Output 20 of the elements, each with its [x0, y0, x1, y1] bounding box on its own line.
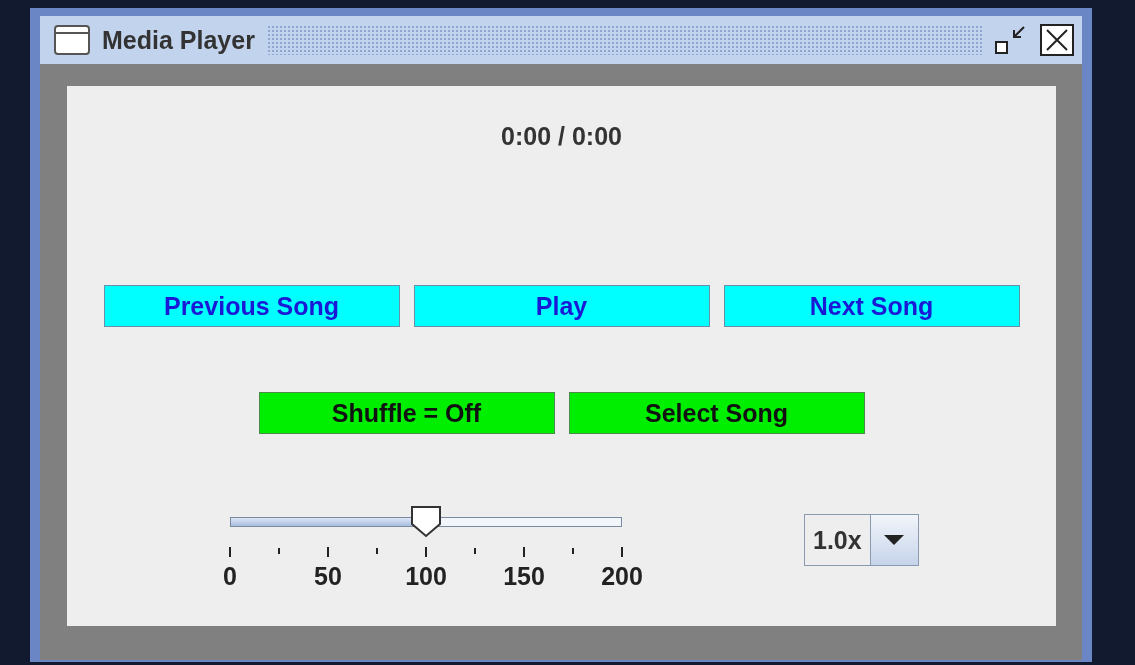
tick-label: 100	[405, 562, 447, 591]
navigation-button[interactable]: Previous Song	[103, 285, 400, 327]
speed-dropdown[interactable]: 1.0x	[804, 514, 919, 566]
navigation-button[interactable]: Next Song	[723, 285, 1020, 327]
speed-value: 1.0x	[805, 515, 871, 565]
tick-label: 150	[503, 562, 545, 591]
minimize-icon[interactable]	[994, 24, 1028, 56]
tick-label: 200	[601, 562, 643, 591]
time-label: 0:00 / 0:00	[501, 122, 622, 151]
dropdown-button[interactable]	[870, 515, 918, 565]
navigation-button[interactable]: Play	[413, 285, 710, 327]
option-button[interactable]: Select Song	[568, 392, 865, 434]
window-title: Media Player	[102, 25, 255, 55]
option-button[interactable]: Shuffle = Off	[258, 392, 555, 434]
slider-thumb[interactable]	[409, 504, 443, 538]
tick-label: 0	[223, 562, 237, 591]
caret-icon	[884, 535, 905, 545]
tick-label: 50	[314, 562, 342, 591]
close-icon[interactable]	[1040, 24, 1074, 56]
window-icon	[54, 25, 90, 55]
